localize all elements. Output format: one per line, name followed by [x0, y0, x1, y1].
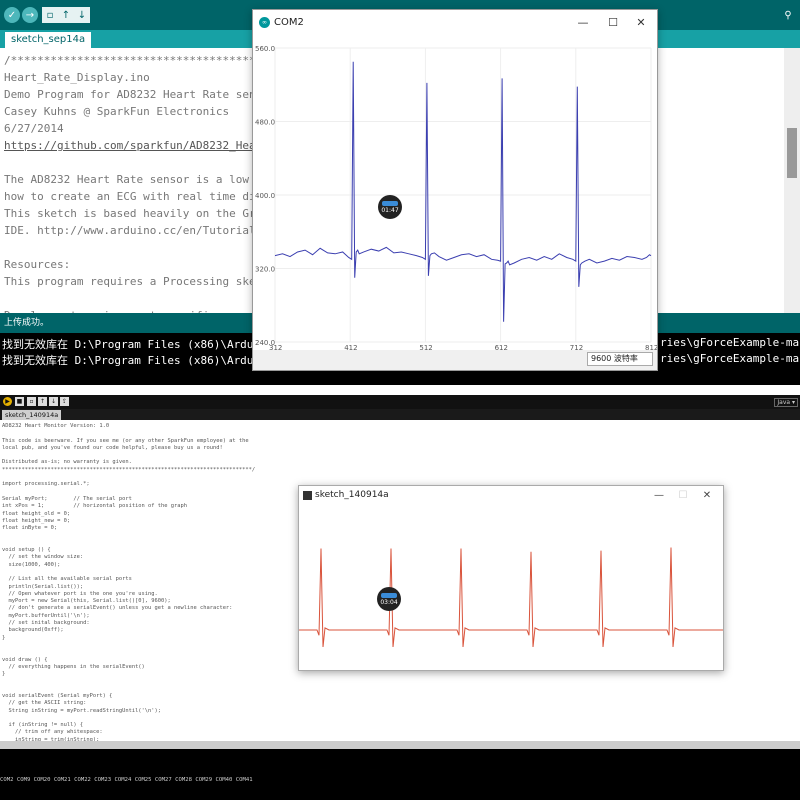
run-button[interactable]: ▶	[3, 397, 12, 406]
export-button[interactable]: ⇪	[60, 397, 69, 406]
plotter-footer: 9600 波特率	[253, 350, 657, 370]
code-line: Distributed as-is; no warranty is given.	[2, 459, 132, 466]
y-tick-label: 400.0	[255, 192, 275, 200]
code-line: }	[2, 671, 6, 678]
save-button[interactable]: ↓	[49, 397, 58, 406]
code-line: import processing.serial.*;	[2, 481, 90, 488]
code-line: if (inString != null) {	[2, 722, 84, 729]
tab-sketch[interactable]: sketch_sep14a	[5, 32, 92, 48]
code-line: Serial myPort; // The serial port	[2, 495, 132, 502]
code-text[interactable]: AD8232 Heart Monitor Version: 1.0 This c…	[2, 423, 255, 759]
maximize-button[interactable]: ☐	[599, 10, 627, 34]
waveform-icon	[382, 200, 398, 206]
arduino-ide-screenshot: ✓ → ▫ ↑ ↓ ⚲ sketch_sep14a /*************…	[0, 0, 800, 385]
editor-scrollbar[interactable]	[784, 48, 800, 313]
console-line-tail: ries\gForceExample-maste	[660, 336, 800, 349]
ecg-trace	[274, 61, 652, 322]
code-line: myPort = new Serial(this, Serial.list()[…	[2, 598, 171, 605]
code-line: void setup () {	[2, 547, 51, 554]
code-line: local pub, and you've found our code hel…	[2, 444, 223, 451]
code-line: void draw () {	[2, 656, 48, 663]
y-tick-label: 480.0	[255, 119, 275, 127]
waveform-icon	[381, 592, 397, 598]
code-line: // get the ASCII string:	[2, 700, 87, 707]
recording-timer: 01:47	[378, 195, 402, 219]
code-line: myPort.bufferUntil('\n');	[2, 612, 90, 619]
ecg-plot: 560.0480.0400.0320.0240.0312 412 512 612 712…	[253, 34, 657, 350]
code-line: void serialEvent (Serial myPort) {	[2, 692, 113, 699]
open-button[interactable]: ↑	[38, 397, 47, 406]
sketch-output-window: sketch_140914a — ☐ ✕	[298, 485, 724, 671]
ecg-trace	[299, 547, 723, 647]
code-line: // don't generate a serialEvent() unless…	[2, 605, 233, 612]
close-button[interactable]: ✕	[695, 486, 719, 504]
serial-plotter-window: ∞ COM2 — ☐ ✕ 560.0 480.0 400.0 320.0 240.0 31…	[252, 9, 658, 371]
tab-bar: sketch_140914a	[0, 409, 800, 420]
upload-button[interactable]: →	[22, 7, 38, 23]
window-titlebar: sketch_140914a — ☐ ✕	[299, 486, 723, 504]
code-line: // List all the available serial ports	[2, 576, 132, 583]
code-line: // trim off any whitespace:	[2, 729, 103, 736]
close-button[interactable]: ✕	[627, 10, 655, 34]
message-area	[0, 741, 800, 749]
processing-toolbar: ▶ ■ ▫ ↑ ↓ ⇪ Java ▾	[0, 395, 800, 409]
code-line: background(0xff);	[2, 627, 64, 634]
code-line: float height_old = 0;	[2, 510, 71, 517]
minimize-button[interactable]: —	[647, 486, 671, 504]
code-line: ****************************************…	[2, 466, 256, 473]
window-title: sketch_140914a	[315, 490, 389, 500]
open-sketch-button[interactable]: ↑	[58, 7, 74, 23]
save-sketch-button[interactable]: ↓	[74, 7, 90, 23]
console-line-tail: ries\gForceExample-maste	[660, 352, 800, 365]
code-line: // Open whatever port is the one you're …	[2, 590, 158, 597]
code-line: float inByte = 0;	[2, 525, 58, 532]
stop-button[interactable]: ■	[15, 397, 24, 406]
y-tick-label: 560.0	[255, 45, 275, 53]
new-sketch-button[interactable]: ▫	[42, 7, 58, 23]
recording-timer: 03:04	[377, 587, 401, 611]
tab-sketch[interactable]: sketch_140914a	[2, 410, 62, 420]
window-titlebar: ∞ COM2 — ☐ ✕	[253, 10, 657, 34]
code-line: AD8232 Heart Monitor Version: 1.0	[2, 423, 110, 429]
code-line: }	[2, 634, 6, 641]
code-line: println(Serial.list());	[2, 583, 84, 590]
mode-selector[interactable]: Java ▾	[774, 398, 798, 407]
maximize-button[interactable]: ☐	[671, 486, 695, 504]
code-line: size(1000, 400);	[2, 561, 61, 568]
serial-monitor-button[interactable]: ⚲	[780, 7, 796, 23]
code-line: float height_new = 0;	[2, 517, 71, 524]
serial-port-list: COM2 COM9 COM20 COM21 COM22 COM23 COM24 …	[0, 777, 253, 783]
new-button[interactable]: ▫	[27, 397, 36, 406]
processing-icon	[303, 490, 312, 500]
scrollbar-thumb[interactable]	[787, 128, 797, 178]
baud-rate-select[interactable]: 9600 波特率	[587, 352, 653, 366]
code-line: // set the window size:	[2, 554, 84, 561]
console-output	[0, 749, 800, 800]
ecg-plot-red	[299, 504, 723, 670]
y-tick-label: 320.0	[255, 266, 275, 274]
verify-button[interactable]: ✓	[4, 7, 20, 23]
code-line: // everything happens in the serialEvent…	[2, 663, 145, 670]
timer-text: 01:47	[381, 206, 399, 214]
code-line: int xPos = 1; // horizontal position of …	[2, 503, 187, 510]
code-line: This code is beerware. If you see me (or…	[2, 437, 249, 444]
window-title: COM2	[274, 16, 304, 28]
minimize-button[interactable]: —	[569, 10, 597, 34]
arduino-icon: ∞	[259, 16, 270, 28]
code-line: String inString = myPort.readStringUntil…	[2, 707, 162, 714]
timer-text: 03:04	[380, 598, 398, 606]
code-line: // set inital background:	[2, 620, 90, 627]
